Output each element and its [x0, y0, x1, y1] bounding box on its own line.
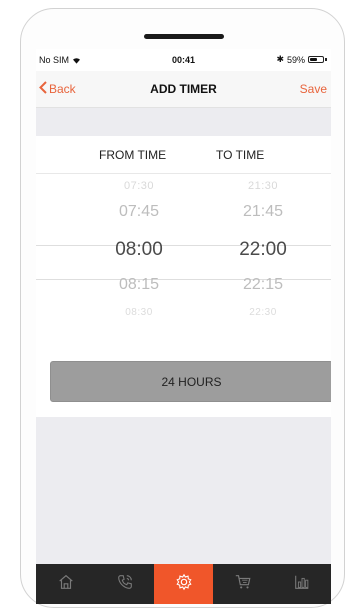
back-button[interactable]: Back — [39, 81, 76, 97]
chart-icon — [293, 573, 311, 596]
from-time-header: FROM TIME — [99, 148, 167, 162]
tab-chart[interactable] — [272, 564, 331, 604]
bluetooth-icon: ✱ — [276, 54, 284, 64]
page-title: ADD TIMER — [150, 82, 217, 96]
battery-fill — [310, 58, 317, 61]
from-time-option[interactable]: 08:30 — [79, 307, 199, 318]
back-label: Back — [49, 82, 76, 96]
to-time-option[interactable]: 22:30 — [203, 307, 323, 318]
save-button[interactable]: Save — [300, 82, 327, 96]
status-bar: No SIM 00:41 ✱ 59% — [36, 49, 331, 71]
nav-bar: Back ADD TIMER Save — [36, 71, 331, 108]
from-time-selected[interactable]: 08:00 — [79, 239, 199, 261]
chevron-left-icon — [39, 81, 47, 97]
phone-frame: No SIM 00:41 ✱ 59% Back ADD TIMER Save F… — [20, 8, 345, 608]
settings-icon — [175, 573, 193, 596]
to-time-selected[interactable]: 22:00 — [203, 239, 323, 261]
screen: No SIM 00:41 ✱ 59% Back ADD TIMER Save F… — [36, 49, 331, 604]
phone-icon — [116, 573, 134, 596]
24-hours-button[interactable]: 24 HOURS — [50, 361, 331, 402]
phone-speaker — [144, 34, 224, 39]
tab-home[interactable] — [36, 564, 95, 604]
home-icon — [57, 573, 75, 596]
to-time-header: TO TIME — [216, 148, 265, 162]
battery-percent: 59% — [286, 54, 305, 65]
tab-phone[interactable] — [95, 564, 154, 604]
status-right-group: ✱ 59% — [276, 54, 327, 65]
from-time-option[interactable]: 07:30 — [79, 180, 199, 192]
cart-icon — [234, 573, 252, 596]
from-time-option[interactable]: 07:45 — [79, 203, 199, 221]
tab-bar — [36, 564, 331, 604]
hours-section: 24 HOURS — [36, 349, 331, 417]
from-time-option[interactable]: 08:15 — [79, 276, 199, 294]
battery-icon — [308, 56, 324, 63]
to-time-option[interactable]: 21:30 — [203, 180, 323, 192]
tab-settings[interactable] — [154, 564, 213, 604]
battery-tip — [325, 58, 327, 61]
to-time-option[interactable]: 22:15 — [203, 276, 323, 294]
from-time-wheel[interactable]: 07:30 07:45 08:00 08:15 08:30 — [79, 174, 199, 344]
time-picker: FROM TIME TO TIME 07:30 07:45 08:00 08:1… — [36, 136, 331, 349]
to-time-option[interactable]: 21:45 — [203, 203, 323, 221]
to-time-wheel[interactable]: 21:30 21:45 22:00 22:15 22:30 — [203, 174, 323, 344]
tab-cart[interactable] — [213, 564, 272, 604]
